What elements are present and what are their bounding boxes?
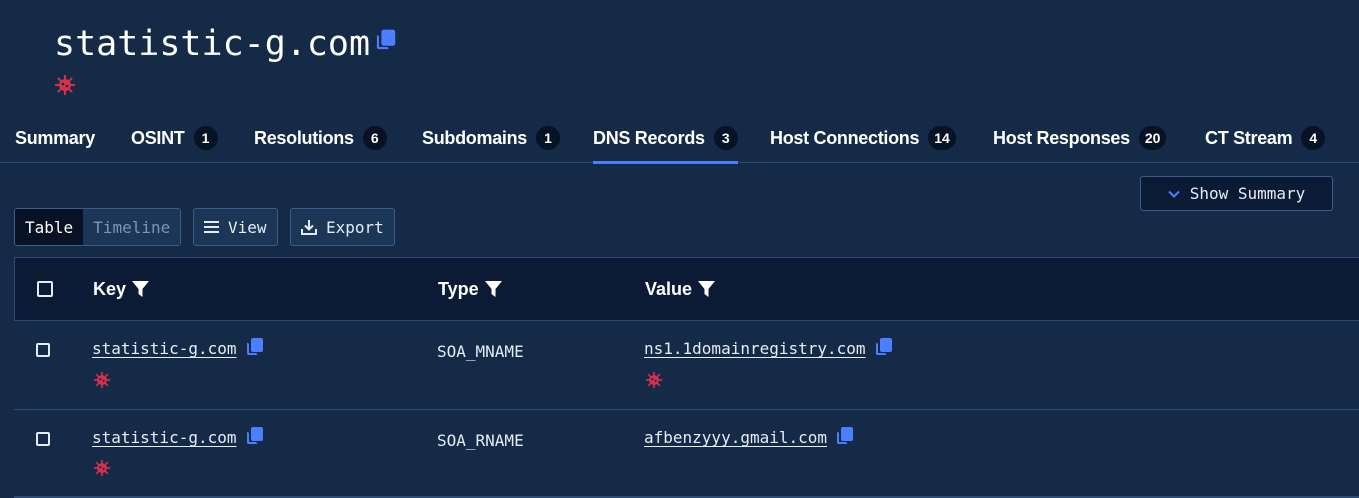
column-label: Value <box>645 278 693 299</box>
copy-icon[interactable] <box>376 29 396 51</box>
value-cell: ns1.1domainregistry.com <box>644 337 892 358</box>
download-icon <box>301 220 317 235</box>
virus-icon <box>645 371 663 389</box>
tab-label: Subdomains <box>422 127 528 148</box>
tab-label: Host Connections <box>770 127 920 148</box>
filter-icon[interactable] <box>484 281 502 297</box>
table-header: Key Type Value <box>14 257 1359 321</box>
tab-label: Summary <box>15 127 95 148</box>
tab-dns-records[interactable]: DNS Records 3 <box>593 113 738 164</box>
column-header-value: Value <box>645 258 716 320</box>
key-cell: statistic-g.com <box>92 426 263 447</box>
table-mode-button[interactable]: Table <box>15 209 84 245</box>
copy-icon[interactable] <box>837 426 854 445</box>
count-badge: 20 <box>1138 126 1167 150</box>
copy-icon[interactable] <box>246 426 263 445</box>
show-summary-label: Show Summary <box>1189 184 1306 203</box>
page-header: statistic-g.com <box>54 24 396 101</box>
tab-label: DNS Records <box>593 127 705 148</box>
view-button[interactable]: View <box>193 208 278 246</box>
count-badge: 14 <box>928 126 956 150</box>
tab-resolutions[interactable]: Resolutions 6 <box>254 113 387 163</box>
column-header-type: Type <box>438 258 502 320</box>
show-summary-button[interactable]: Show Summary <box>1140 176 1333 211</box>
virus-icon <box>93 459 111 477</box>
filter-icon[interactable] <box>132 281 150 297</box>
view-label: View <box>228 217 267 237</box>
row-checkbox[interactable] <box>36 432 50 446</box>
table-row: statistic-g.com SOA_RNAME afbenzyyy.gmai… <box>14 410 1359 498</box>
virus-icon <box>93 371 111 389</box>
value-link[interactable]: afbenzyyy.gmail.com <box>644 428 827 447</box>
type-cell: SOA_MNAME <box>437 342 524 361</box>
copy-icon[interactable] <box>875 337 892 356</box>
tab-label: Resolutions <box>254 127 354 148</box>
key-cell: statistic-g.com <box>92 337 263 358</box>
column-label: Key <box>93 278 127 299</box>
count-badge: 1 <box>193 126 218 150</box>
tab-label: Host Responses <box>993 127 1130 148</box>
tab-ct-stream[interactable]: CT Stream 4 <box>1205 113 1326 163</box>
copy-icon[interactable] <box>246 337 263 356</box>
table-row: statistic-g.com SOA_MNAME ns1.1domainreg… <box>14 321 1359 410</box>
count-badge: 4 <box>1301 126 1326 150</box>
key-link[interactable]: statistic-g.com <box>92 428 237 447</box>
count-badge: 1 <box>536 126 561 150</box>
count-badge: 6 <box>362 126 387 150</box>
count-badge: 3 <box>713 126 738 150</box>
tab-summary[interactable]: Summary <box>15 113 95 163</box>
row-checkbox[interactable] <box>36 343 50 357</box>
menu-icon <box>204 221 219 233</box>
tab-host-responses[interactable]: Host Responses 20 <box>993 113 1167 163</box>
export-button[interactable]: Export <box>290 208 395 246</box>
filter-icon[interactable] <box>698 281 716 297</box>
tab-label: CT Stream <box>1205 127 1293 148</box>
virus-icon <box>55 75 75 95</box>
tab-bar: Summary OSINT 1 Resolutions 6 Subdomains… <box>0 113 1359 164</box>
tab-subdomains[interactable]: Subdomains 1 <box>422 113 561 163</box>
tab-host-connections[interactable]: Host Connections 14 <box>770 113 956 163</box>
tab-osint[interactable]: OSINT 1 <box>131 113 218 163</box>
tab-label: OSINT <box>131 127 185 148</box>
title-row: statistic-g.com <box>54 24 396 64</box>
chevron-down-icon <box>1167 190 1180 198</box>
type-cell: SOA_RNAME <box>437 431 524 450</box>
select-all-checkbox[interactable] <box>37 281 53 297</box>
timeline-mode-button[interactable]: Timeline <box>83 209 181 245</box>
key-link[interactable]: statistic-g.com <box>92 339 237 358</box>
value-cell: afbenzyyy.gmail.com <box>644 426 854 447</box>
column-header-key: Key <box>93 258 150 320</box>
value-link[interactable]: ns1.1domainregistry.com <box>644 339 866 358</box>
view-mode-toggle: Table Timeline <box>14 208 182 246</box>
column-label: Type <box>438 278 479 299</box>
export-label: Export <box>326 217 384 237</box>
page-title: statistic-g.com <box>54 24 371 64</box>
